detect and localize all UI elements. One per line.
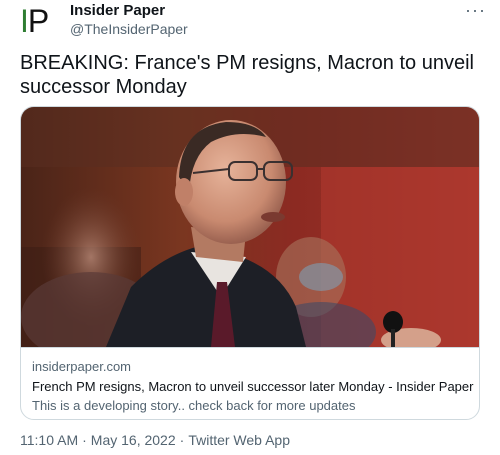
tweet-source: Twitter Web App xyxy=(188,432,290,448)
avatar-letter-i: I xyxy=(20,3,29,39)
tweet-date[interactable]: May 16, 2022 xyxy=(91,432,176,448)
link-card-image[interactable] xyxy=(21,107,479,347)
tweet: IP Insider Paper @TheInsiderPaper ··· BR… xyxy=(0,0,500,455)
link-card[interactable]: insiderpaper.com French PM resigns, Macr… xyxy=(20,106,480,420)
avatar[interactable]: IP xyxy=(20,4,60,38)
meta-separator: · xyxy=(82,432,87,448)
author-name[interactable]: Insider Paper xyxy=(70,2,165,19)
author-handle[interactable]: @TheInsiderPaper xyxy=(70,21,188,37)
more-options-icon[interactable]: ··· xyxy=(465,0,486,21)
tweet-text: BREAKING: France's PM resigns, Macron to… xyxy=(20,52,474,98)
card-divider xyxy=(21,347,479,348)
tweet-time[interactable]: 11:10 AM xyxy=(20,432,78,448)
tweet-meta: 11:10 AM · May 16, 2022 · Twitter Web App xyxy=(20,432,290,448)
card-title: French PM resigns, Macron to unveil succ… xyxy=(32,379,474,394)
avatar-letter-p: P xyxy=(27,3,49,39)
meta-separator: · xyxy=(179,432,185,448)
tweet-header: IP Insider Paper @TheInsiderPaper ··· xyxy=(0,0,500,46)
card-domain: insiderpaper.com xyxy=(32,359,131,374)
card-description: This is a developing story.. check back … xyxy=(32,398,356,413)
